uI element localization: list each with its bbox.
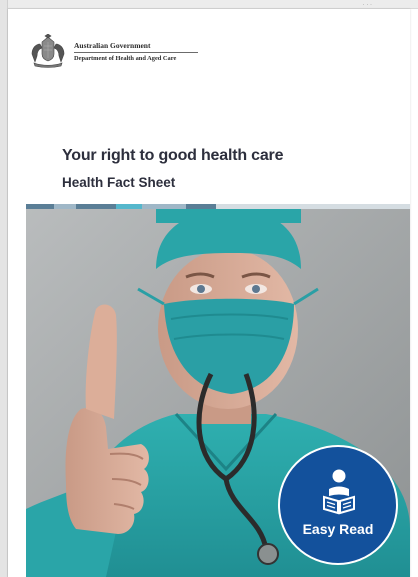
page-subtitle: Health Fact Sheet: [62, 175, 176, 190]
agency-line2: Department of Health and Aged Care: [74, 54, 177, 62]
viewer-toolbar: [0, 0, 418, 9]
document-page: Australian Government Department of Heal…: [8, 9, 410, 577]
person-reading-icon: [323, 469, 355, 515]
coat-of-arms-icon: [31, 34, 65, 68]
viewer-left-edge: [0, 0, 8, 577]
government-logo: Australian Government Department of Heal…: [28, 34, 198, 68]
corner-mark: · · ·: [362, 2, 372, 8]
agency-name: Australian Government Department of Heal…: [74, 41, 198, 62]
agency-line1: Australian Government: [74, 41, 198, 53]
easy-read-badge: Easy Read: [278, 445, 398, 565]
badge-label: Easy Read: [302, 521, 374, 537]
page-title: Your right to good health care: [62, 147, 284, 164]
